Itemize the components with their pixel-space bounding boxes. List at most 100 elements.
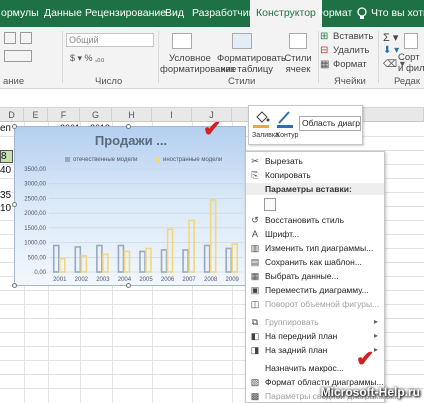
menu-item-cut[interactable]: ✂ Вырезать [246,154,384,168]
resize-handle[interactable] [12,283,17,288]
bar [80,255,88,273]
resize-handle[interactable] [126,124,131,129]
menu-item-copy[interactable]: ⎘ Копировать [246,168,384,182]
bar [145,247,152,273]
wrap-icon[interactable] [20,32,32,44]
sort-filter-icon[interactable] [404,33,418,49]
menu-item-font[interactable]: A Шрифт... [246,227,384,241]
menu-item-bring-front[interactable]: ◧ На передний план ▸ [246,329,384,343]
group-label-alignment: ание [3,76,25,87]
x-tick-label: 2005 [139,277,153,283]
menu-item-select-data[interactable]: ▦ Выбрать данные... [246,269,384,283]
tab-developer[interactable]: Разработчик [192,0,253,27]
menu-item-change-type[interactable]: ▥ Изменить тип диаграммы... [246,241,384,255]
column-header[interactable]: E [24,108,48,122]
x-tick-label: 2003 [96,277,110,283]
conditional-format-button[interactable]: Условное форматирование [160,53,236,75]
currency-icon[interactable]: $ ▾ % ‚₀₀ [70,53,105,64]
tab-format[interactable]: Формат [315,0,352,27]
fill-bucket-icon[interactable] [254,109,270,125]
x-tick-label: 2002 [75,277,89,283]
sort-filter-button[interactable]: Сорт и фил [398,52,424,74]
outline-color-bar [277,125,293,128]
group-label-cells: Ячейки [334,76,366,87]
column-header[interactable]: F [48,108,80,122]
x-tick-label: 2001 [53,277,67,283]
tab-review[interactable]: Рецензирование [85,0,166,27]
y-tick-label: 1500,00 [24,226,46,232]
fill-down-icon[interactable]: ⬇ ▾ [383,45,399,56]
group-label-number: Число [95,76,123,87]
tab-data[interactable]: Данные [44,0,82,27]
move-chart-icon: ▣ [250,285,260,295]
autosum-icon[interactable]: Σ ▾ [383,31,398,44]
tell-me-search[interactable]: Что вы хотите [371,0,424,27]
rotate-3d-icon: ◫ [250,299,260,309]
bar [209,199,217,273]
insert-button[interactable]: Вставить [333,31,373,42]
column-header[interactable]: I [152,108,192,122]
y-tick-label: 0,00 [34,270,46,276]
lightbulb-icon [356,7,368,21]
resize-handle[interactable] [12,124,17,129]
select-data-icon: ▦ [250,271,260,281]
chart-type-icon: ▥ [250,243,260,253]
merge-icon[interactable] [4,50,32,62]
tab-design[interactable]: Конструктор [250,0,322,28]
template-icon: ▤ [250,257,260,267]
mini-toolbar: Заливка Контур Область диагр... [248,105,363,145]
tab-view[interactable]: Вид [165,0,184,27]
resize-handle[interactable] [126,283,131,288]
insert-icon: ⊞ [320,31,329,42]
cell[interactable]: 10 [0,203,11,214]
column-header-d[interactable]: D [0,108,24,122]
fill-color-bar [253,125,269,128]
x-tick-label: 2007 [182,277,196,283]
scissors-icon: ✂ [251,156,259,166]
ribbon-tabs: ормулы Данные Рецензирование Вид Разрабо… [0,0,424,28]
conditional-format-icon[interactable] [172,33,192,49]
menu-item-rotate-3d[interactable]: ◫ Поворот объемной фигуры... [246,297,384,311]
outline-pen-icon[interactable] [277,109,293,125]
cell[interactable]: еп [0,123,11,134]
y-tick-label: 2500,00 [24,196,46,202]
cell-styles-button[interactable]: Стили ячеек [282,53,314,75]
cell[interactable]: 35 [0,190,11,201]
y-tick-label: 1000,00 [24,241,46,247]
bar [139,250,146,273]
paste-icon[interactable] [264,198,276,211]
send-back-icon: ◨ [250,345,260,355]
column-header[interactable]: H [112,108,152,122]
column-header[interactable]: G [80,108,112,122]
bar [188,219,195,273]
format-table-icon[interactable] [232,33,252,49]
bring-front-icon: ◧ [250,331,260,341]
format-table-button[interactable]: Форматировать как таблицу [217,53,286,75]
chart-element-dropdown[interactable]: Область диагр... [299,116,361,131]
number-format-select[interactable]: Общий [66,33,154,47]
reset-style-icon: ↺ [251,215,259,225]
align-icon[interactable] [4,32,16,44]
menu-item-move-chart[interactable]: ▣ Переместить диаграмму... [246,283,384,297]
format-button[interactable]: Формат [333,59,367,70]
delete-icon: ⊟ [320,45,329,56]
bar [52,244,60,273]
cell[interactable]: 8 [1,151,7,162]
plot-area[interactable]: 0,00 500,00 1000,00 1500,00 2000,00 2500,00 30… [15,127,247,287]
red-check-icon: ✔ [356,346,375,371]
chevron-right-icon: ▸ [373,331,378,340]
menu-item-save-template[interactable]: ▤ Сохранить как шаблон... [246,255,384,269]
tab-formulas[interactable]: ормулы [1,0,39,27]
format-icon: ▦ [320,59,330,70]
red-check-icon: ✔ [203,116,222,141]
menu-item-reset-style[interactable]: ↺ Восстановить стиль [246,213,384,227]
fill-label: Заливка [252,132,279,139]
chevron-right-icon: ▸ [373,317,378,326]
delete-button[interactable]: Удалить [333,45,369,56]
chart-area[interactable]: Продажи ... отечественные модели иностра… [14,126,246,286]
cell[interactable]: 40 [0,165,11,176]
cell-styles-icon[interactable] [289,33,307,49]
resize-handle[interactable] [12,202,17,207]
menu-item-group[interactable]: ⧉ Группировать ▸ [246,315,384,329]
bar [160,249,168,273]
